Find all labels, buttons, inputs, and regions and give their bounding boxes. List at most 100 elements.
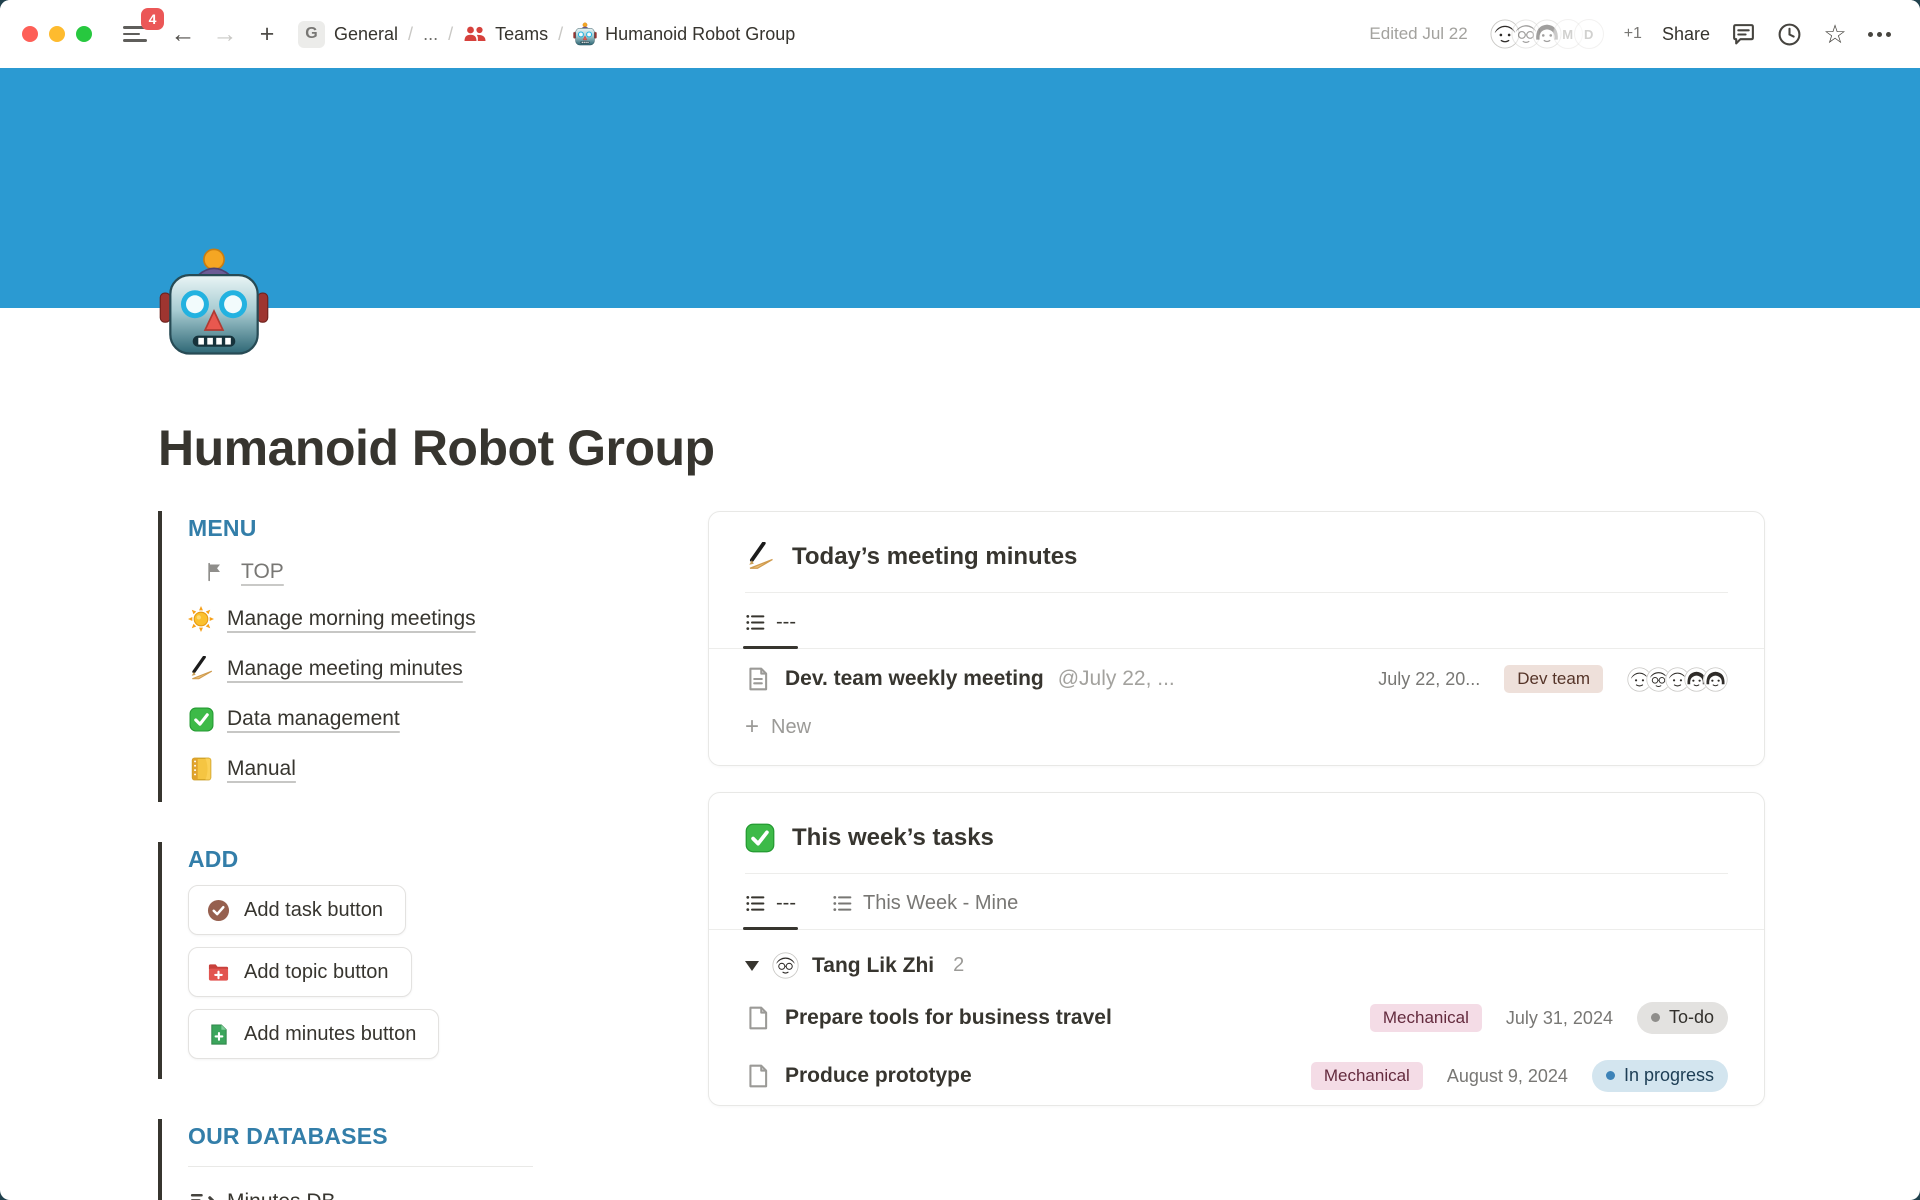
- list-view-icon: [745, 893, 766, 914]
- minimize-window-button[interactable]: [49, 26, 65, 42]
- avatar-letter-d[interactable]: D: [1574, 19, 1604, 49]
- task-row[interactable]: Produce prototype Mechanical August 9, 2…: [709, 1047, 1764, 1105]
- view-tabs: --- This Week - Mine: [709, 874, 1764, 930]
- updates-clock-icon[interactable]: [1776, 21, 1802, 47]
- mechanical-tag[interactable]: Mechanical: [1311, 1062, 1423, 1090]
- menu-item-minutes-db[interactable]: Minutes DB: [188, 1177, 620, 1200]
- meeting-row[interactable]: Dev. team weekly meeting @July 22, ... J…: [709, 649, 1764, 703]
- add-topic-button[interactable]: Add topic button: [188, 947, 412, 997]
- task-row[interactable]: Prepare tools for business travel Mechan…: [709, 989, 1764, 1047]
- status-dot-icon: [1606, 1071, 1615, 1080]
- card-header: Today’s meeting minutes: [709, 512, 1764, 592]
- presence-avatars: M D: [1490, 19, 1604, 49]
- plus-icon: +: [745, 715, 759, 739]
- breadcrumb: G General / ... / Teams / Humanoid Robot…: [298, 21, 795, 48]
- sidebar-toggle-button[interactable]: 4: [118, 17, 152, 51]
- favorite-star-icon[interactable]: ☆: [1822, 21, 1848, 47]
- status-dot-icon: [1651, 1013, 1660, 1022]
- task-date: July 31, 2024: [1506, 1008, 1613, 1029]
- breadcrumb-current-page[interactable]: Humanoid Robot Group: [573, 22, 795, 46]
- document-icon: [745, 1005, 771, 1031]
- view-tab-this-week-mine[interactable]: This Week - Mine: [832, 892, 1018, 929]
- menu-item-data-management[interactable]: Data management: [188, 694, 620, 744]
- sun-icon: [188, 606, 214, 632]
- menu-item-manual[interactable]: Manual: [188, 744, 620, 794]
- breadcrumb-teams[interactable]: Teams: [463, 22, 548, 46]
- divider: [188, 1166, 533, 1167]
- menu-item-meeting-minutes[interactable]: Manage meeting minutes: [188, 644, 620, 694]
- titlebar-actions: Edited Jul 22 M D +1 Share ☆: [1369, 19, 1894, 49]
- more-collaborators-count[interactable]: +1: [1624, 25, 1642, 43]
- edited-timestamp[interactable]: Edited Jul 22: [1369, 24, 1467, 44]
- group-header-row: Tang Lik Zhi 2: [709, 930, 1764, 989]
- group-count: 2: [953, 954, 964, 977]
- teams-people-icon: [463, 22, 487, 46]
- add-minutes-button[interactable]: Add minutes button: [188, 1009, 439, 1059]
- breadcrumb-separator: /: [447, 24, 454, 45]
- notion-window: 4 ← → + G General / ... / Teams / Humano…: [0, 0, 1920, 1200]
- writing-hand-icon: [745, 542, 775, 572]
- dev-team-tag[interactable]: Dev team: [1504, 665, 1603, 693]
- avatar[interactable]: [1703, 667, 1728, 692]
- writing-hand-icon: [188, 656, 214, 682]
- breadcrumb-ellipsis[interactable]: ...: [423, 24, 438, 45]
- add-heading: ADD: [188, 846, 620, 873]
- task-check-icon: [207, 899, 230, 922]
- forward-button[interactable]: →: [208, 17, 242, 51]
- databases-block: OUR DATABASES Minutes DB: [158, 1119, 620, 1200]
- robot-page-icon: [573, 22, 597, 46]
- card-title[interactable]: Today’s meeting minutes: [792, 543, 1077, 571]
- share-button[interactable]: Share: [1662, 24, 1710, 45]
- doc-plus-icon: [207, 1023, 230, 1046]
- new-row-button[interactable]: + New: [709, 703, 1764, 765]
- menu-item-top[interactable]: TOP: [188, 550, 620, 594]
- check-square-icon: [745, 823, 775, 853]
- menu-block: MENU TOP Manage morning meetings Manage …: [158, 511, 620, 802]
- page-title[interactable]: Humanoid Robot Group: [158, 419, 1765, 477]
- view-tab-default[interactable]: ---: [745, 892, 796, 929]
- notification-badge[interactable]: 4: [141, 8, 164, 30]
- page-cover[interactable]: [0, 68, 1920, 308]
- workspace-icon[interactable]: G: [298, 21, 325, 48]
- card-title[interactable]: This week’s tasks: [792, 824, 994, 852]
- more-options-icon[interactable]: [1868, 21, 1894, 47]
- folder-plus-icon: [207, 961, 230, 984]
- collapse-triangle-icon[interactable]: [745, 961, 759, 971]
- page-content: Humanoid Robot Group MENU TOP Manage mor…: [0, 308, 1920, 1200]
- mechanical-tag[interactable]: Mechanical: [1370, 1004, 1482, 1032]
- status-badge[interactable]: To-do: [1637, 1002, 1728, 1034]
- list-view-icon: [832, 893, 853, 914]
- view-tab-default[interactable]: ---: [745, 611, 796, 648]
- card-header: This week’s tasks: [709, 793, 1764, 873]
- left-column: MENU TOP Manage morning meetings Manage …: [158, 511, 620, 1200]
- page-robot-icon[interactable]: [158, 246, 270, 358]
- close-window-button[interactable]: [22, 26, 38, 42]
- avatar: [772, 952, 799, 979]
- add-task-button[interactable]: Add task button: [188, 885, 406, 935]
- right-column: Today’s meeting minutes --- Dev. team we…: [708, 511, 1765, 1200]
- breadcrumb-separator: /: [407, 24, 414, 45]
- new-page-button[interactable]: +: [250, 17, 284, 51]
- comments-icon[interactable]: [1730, 21, 1756, 47]
- meeting-minutes-card: Today’s meeting minutes --- Dev. team we…: [708, 511, 1765, 766]
- titlebar: 4 ← → + G General / ... / Teams / Humano…: [0, 0, 1920, 68]
- zoom-window-button[interactable]: [76, 26, 92, 42]
- attendee-avatars: [1627, 667, 1728, 692]
- document-icon: [745, 1063, 771, 1089]
- back-button[interactable]: ←: [166, 17, 200, 51]
- databases-heading: OUR DATABASES: [188, 1123, 620, 1150]
- menu-item-morning-meetings[interactable]: Manage morning meetings: [188, 594, 620, 644]
- breadcrumb-separator: /: [557, 24, 564, 45]
- task-date: August 9, 2024: [1447, 1066, 1568, 1087]
- document-icon: [745, 666, 771, 692]
- view-tabs: ---: [709, 593, 1764, 649]
- status-badge[interactable]: In progress: [1592, 1060, 1728, 1092]
- date-mention: @July 22, ...: [1058, 667, 1175, 691]
- ledger-icon: [188, 756, 214, 782]
- flag-icon: [202, 559, 228, 585]
- weekly-tasks-card: This week’s tasks --- This Week - Mine: [708, 792, 1765, 1106]
- breadcrumb-general[interactable]: General: [334, 24, 398, 45]
- check-square-icon: [188, 706, 214, 732]
- group-name[interactable]: Tang Lik Zhi: [812, 954, 934, 978]
- list-view-icon: [745, 612, 766, 633]
